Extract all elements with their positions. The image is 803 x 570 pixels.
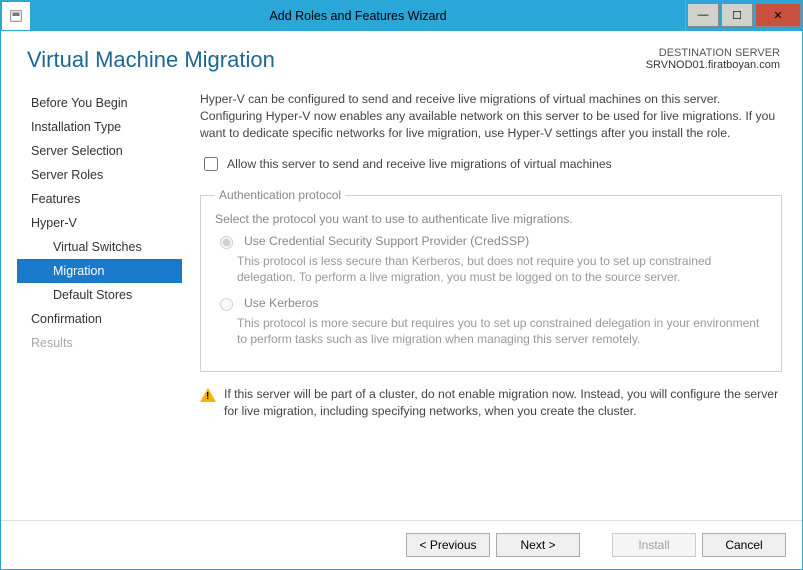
credssp-label: Use Credential Security Support Provider… [244, 234, 529, 248]
kerberos-label: Use Kerberos [244, 296, 319, 310]
credssp-desc: This protocol is less secure than Kerber… [237, 253, 767, 285]
kerberos-desc: This protocol is more secure but require… [237, 315, 767, 347]
destination-block: DESTINATION SERVER SRVNOD01.firatboyan.c… [646, 47, 786, 71]
destination-value: SRVNOD01.firatboyan.com [646, 59, 780, 71]
nav-item-results: Results [17, 331, 182, 355]
kerberos-radio-row[interactable]: Use Kerberos [215, 296, 767, 311]
footer: < Previous Next > Install Cancel [1, 520, 802, 569]
nav-item-virtual-switches[interactable]: Virtual Switches [17, 235, 182, 259]
auth-protocol-legend: Authentication protocol [215, 188, 345, 202]
auth-protocol-desc: Select the protocol you want to use to a… [215, 212, 767, 226]
nav-item-before-you-begin[interactable]: Before You Begin [17, 91, 182, 115]
auth-protocol-fieldset: Authentication protocol Select the proto… [200, 188, 782, 372]
body: Before You BeginInstallation TypeServer … [17, 91, 786, 520]
app-icon [2, 2, 30, 30]
intro-text: Hyper-V can be configured to send and re… [200, 91, 782, 142]
allow-migration-label: Allow this server to send and receive li… [227, 157, 612, 171]
nav-item-default-stores[interactable]: Default Stores [17, 283, 182, 307]
cancel-button[interactable]: Cancel [702, 533, 786, 557]
allow-migration-checkbox[interactable] [204, 157, 218, 171]
nav-item-confirmation[interactable]: Confirmation [17, 307, 182, 331]
nav-sidebar: Before You BeginInstallation TypeServer … [17, 91, 182, 520]
warning-icon [200, 388, 216, 402]
titlebar: Add Roles and Features Wizard — ☐ ✕ [1, 1, 802, 31]
content-area: Virtual Machine Migration DESTINATION SE… [1, 31, 802, 520]
window-buttons: — ☐ ✕ [685, 1, 802, 31]
main-panel: Hyper-V can be configured to send and re… [200, 91, 786, 520]
previous-button[interactable]: < Previous [406, 533, 490, 557]
credssp-radio[interactable] [220, 236, 233, 249]
kerberos-radio[interactable] [220, 298, 233, 311]
minimize-button[interactable]: — [687, 3, 719, 27]
nav-item-installation-type[interactable]: Installation Type [17, 115, 182, 139]
nav-item-hyper-v[interactable]: Hyper-V [17, 211, 182, 235]
wizard-window: Add Roles and Features Wizard — ☐ ✕ Virt… [0, 0, 803, 570]
close-button[interactable]: ✕ [755, 3, 801, 27]
warning-row: If this server will be part of a cluster… [200, 386, 782, 420]
window-title: Add Roles and Features Wizard [31, 9, 685, 23]
maximize-button[interactable]: ☐ [721, 3, 753, 27]
warning-text: If this server will be part of a cluster… [224, 386, 782, 420]
nav-item-server-selection[interactable]: Server Selection [17, 139, 182, 163]
page-header: Virtual Machine Migration DESTINATION SE… [17, 47, 786, 73]
next-button[interactable]: Next > [496, 533, 580, 557]
credssp-radio-row[interactable]: Use Credential Security Support Provider… [215, 234, 767, 249]
nav-item-migration[interactable]: Migration [17, 259, 182, 283]
destination-label: DESTINATION SERVER [646, 47, 780, 59]
install-button[interactable]: Install [612, 533, 696, 557]
allow-migration-checkbox-row[interactable]: Allow this server to send and receive li… [200, 154, 782, 174]
nav-item-features[interactable]: Features [17, 187, 182, 211]
nav-item-server-roles[interactable]: Server Roles [17, 163, 182, 187]
page-title: Virtual Machine Migration [17, 47, 275, 73]
